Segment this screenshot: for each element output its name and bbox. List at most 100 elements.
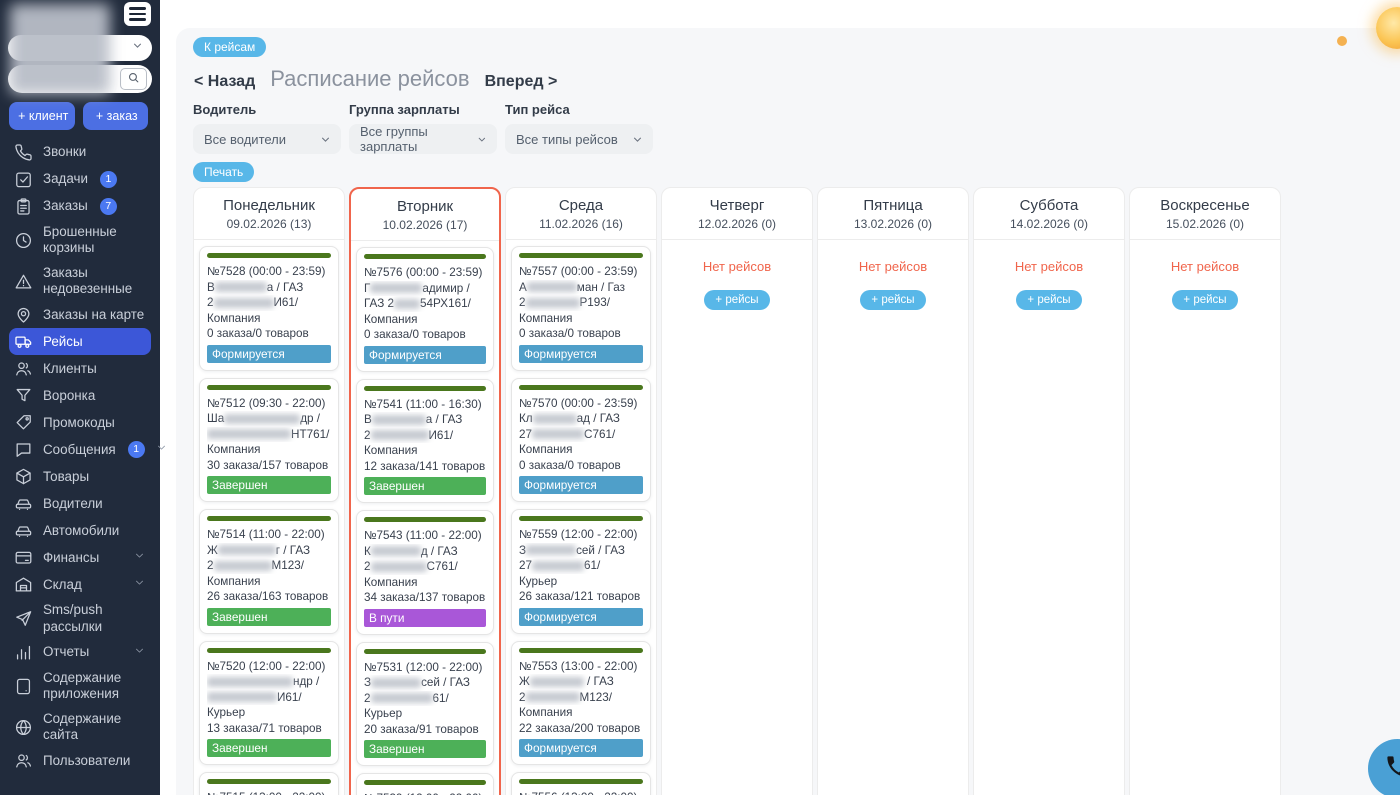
- orders-count: 0 заказа/0 товаров: [519, 327, 621, 340]
- card-text: С761/: [584, 427, 616, 441]
- trip-card[interactable]: №7543 (11:00 - 22:00) Кд / ГАЗ 2 С761/Компа…: [356, 510, 494, 635]
- sidebar-item-calls[interactable]: Звонки: [9, 139, 151, 166]
- sidebar-menu: Звонки Задачи 1 Заказы 7 Брошенные корзины Зак…: [0, 133, 165, 774]
- card-text: сей / ГАЗ: [576, 543, 625, 557]
- card-text: адимир /: [422, 281, 470, 295]
- sidebar-item-warehouse[interactable]: Склад: [9, 571, 151, 598]
- trip-number: №7557 (00:00 - 23:59): [519, 265, 638, 278]
- trip-card[interactable]: №7556 (13:00 - 22:00)Кий / Газ23/Компани…: [511, 772, 651, 795]
- count-badge: 7: [99, 198, 117, 215]
- card-top-bar: [519, 516, 643, 521]
- filter-driver: Водитель Все водители: [193, 100, 341, 154]
- warning-icon: [14, 272, 33, 291]
- trip-card[interactable]: №7570 (00:00 - 23:59) Кл ад / ГАЗ 27 С761/Ко…: [511, 377, 651, 502]
- add-flights-button[interactable]: + рейсы: [860, 290, 926, 310]
- column-date: 13.02.2026 (0): [853, 217, 933, 231]
- trip-type: Компания: [364, 444, 418, 457]
- search-button[interactable]: [120, 68, 147, 90]
- phone-icon: [1384, 753, 1400, 785]
- sidebar-item-label: Sms/push рассылки: [43, 602, 103, 634]
- salary-group-select[interactable]: Все группы зарплаты: [349, 124, 497, 154]
- sidebar-item-orders[interactable]: Заказы 7: [9, 193, 151, 220]
- add-order-button[interactable]: + заказ: [82, 102, 148, 130]
- sidebar-item-tasks[interactable]: Задачи 1: [9, 166, 151, 193]
- vehicle-line: И61/: [207, 690, 331, 706]
- back-button[interactable]: < Назад: [194, 73, 255, 91]
- flight-type-select[interactable]: Все типы рейсов: [505, 124, 653, 154]
- trip-number: №7531 (12:00 - 22:00): [364, 660, 483, 674]
- main-area: К рейсам < Назад Расписание рейсов Впере…: [160, 0, 1400, 795]
- sidebar-item-site-content[interactable]: Содержание сайта: [9, 707, 151, 748]
- add-flights-button[interactable]: + рейсы: [1172, 290, 1238, 310]
- card-text: ад / ГАЗ: [576, 412, 620, 425]
- card-top-bar: [364, 254, 486, 259]
- car-icon: [15, 526, 32, 538]
- trip-card[interactable]: №7512 (09:30 - 22:00) Ша др / НТ761/Компани…: [199, 377, 339, 502]
- sidebar-item-abandoned-carts[interactable]: Брошенные корзины: [9, 220, 151, 261]
- add-flights-button[interactable]: + рейсы: [704, 290, 770, 310]
- sidebar-item-reports[interactable]: Отчеты: [9, 639, 151, 666]
- anonymized-text: [213, 560, 272, 571]
- sidebar-item-products[interactable]: Товары: [9, 463, 151, 490]
- trip-card[interactable]: №7528 (00:00 - 23:59) Ва / ГАЗ 2 И61/Компан…: [199, 246, 339, 371]
- trip-card[interactable]: №7539 (12:00 - 22:00)Аман / Газ2Р193/Ком…: [356, 773, 494, 795]
- chevron-down-icon: [321, 137, 330, 142]
- page-title: Расписание рейсов: [270, 66, 470, 91]
- add-flights-button[interactable]: + рейсы: [1016, 290, 1082, 310]
- card-text: ГАЗ 2: [364, 297, 395, 310]
- anonymized-text: [370, 561, 427, 572]
- sidebar-item-orders-on-map[interactable]: Заказы на карте: [9, 301, 151, 328]
- trip-card[interactable]: №7520 (12:00 - 22:00) ндр / И61/Курьер 13 з…: [199, 640, 339, 765]
- sidebar-item-sms-push[interactable]: Sms/push рассылки: [9, 598, 151, 639]
- tasks-icon: [14, 170, 33, 189]
- vehicle-line: 2 61/: [364, 691, 486, 707]
- trip-card[interactable]: №7515 (13:00 - 22:00)Засей / ГАЗ2751/Кур…: [199, 772, 339, 795]
- sidebar-item-app-content[interactable]: Содержание приложения: [9, 666, 151, 707]
- trip-card[interactable]: №7514 (11:00 - 22:00) Жг / ГАЗ 2 М123/Компа…: [199, 509, 339, 634]
- card-text: К: [364, 544, 371, 558]
- sidebar-item-promocodes[interactable]: Промокоды: [9, 409, 151, 436]
- trip-number: №7541 (11:00 - 16:30): [364, 397, 482, 411]
- card-text: / ГАЗ: [583, 675, 614, 688]
- trip-number: №7528 (00:00 - 23:59): [207, 265, 326, 278]
- column-header: Понедельник 09.02.2026 (13): [194, 188, 344, 240]
- card-text: а / ГАЗ: [425, 413, 463, 426]
- trip-card[interactable]: №7531 (12:00 - 22:00) Зсей / ГАЗ 2 61/Курье…: [356, 641, 494, 766]
- trip-card[interactable]: №7557 (00:00 - 23:59) Аман / Газ 2 Р193/Ком…: [511, 246, 651, 371]
- sidebar-item-undelivered-orders[interactable]: Заказы недовезенные: [9, 261, 151, 302]
- map-pin-icon: [17, 308, 30, 324]
- driver-line: Ж / ГАЗ: [519, 674, 643, 690]
- sidebar-item-funnel[interactable]: Воронка: [9, 382, 151, 409]
- sidebar-item-finance[interactable]: Финансы: [9, 544, 151, 571]
- anonymized-text: [525, 692, 580, 703]
- sidebar-item-clients[interactable]: Клиенты: [9, 355, 151, 382]
- sidebar-item-drivers[interactable]: Водители: [9, 490, 151, 517]
- driver-select[interactable]: Все водители: [193, 124, 341, 154]
- sidebar-top: + клиент + заказ: [0, 0, 160, 133]
- add-client-button[interactable]: + клиент: [9, 102, 75, 130]
- chevron-down-icon: [131, 39, 144, 57]
- trip-card[interactable]: №7559 (12:00 - 22:00) Зсей / ГАЗ 27 61/Курь…: [511, 509, 651, 634]
- no-flights-label: Нет рейсов: [1014, 259, 1084, 274]
- no-flights-label: Нет рейсов: [1170, 259, 1240, 274]
- sidebar-item-cars[interactable]: Автомобили: [9, 517, 151, 544]
- card-text: 27: [519, 559, 533, 572]
- driver-line: Гадимир /: [364, 281, 486, 297]
- column-header: Среда 11.02.2026 (16): [506, 188, 656, 240]
- card-text: 61/: [584, 559, 601, 572]
- sidebar-item-messages[interactable]: Сообщения 1: [9, 436, 165, 463]
- trip-card[interactable]: №7541 (11:00 - 16:30) Ва / ГАЗ 2 И61/Компан…: [356, 378, 494, 503]
- card-text: сей / ГАЗ: [421, 676, 470, 689]
- column-header: Воскресенье 15.02.2026 (0): [1130, 188, 1280, 240]
- vehicle-line: 2 И61/: [364, 428, 486, 444]
- forward-button[interactable]: Вперед >: [485, 73, 558, 91]
- sidebar-item-users[interactable]: Пользователи: [9, 747, 151, 774]
- trip-card[interactable]: №7553 (13:00 - 22:00) Ж / ГАЗ 2 М123/Компан…: [511, 640, 651, 765]
- card-text: М123/: [271, 559, 304, 572]
- card-top-bar: [519, 253, 643, 258]
- print-button[interactable]: Печать: [193, 162, 255, 182]
- trip-card[interactable]: №7576 (00:00 - 23:59) Гадимир / ГАЗ 2 54РХ1…: [356, 247, 494, 372]
- sidebar-item-flights[interactable]: Рейсы: [9, 328, 151, 356]
- anonymized-text: [525, 297, 580, 308]
- to-flights-button[interactable]: К рейсам: [193, 37, 267, 57]
